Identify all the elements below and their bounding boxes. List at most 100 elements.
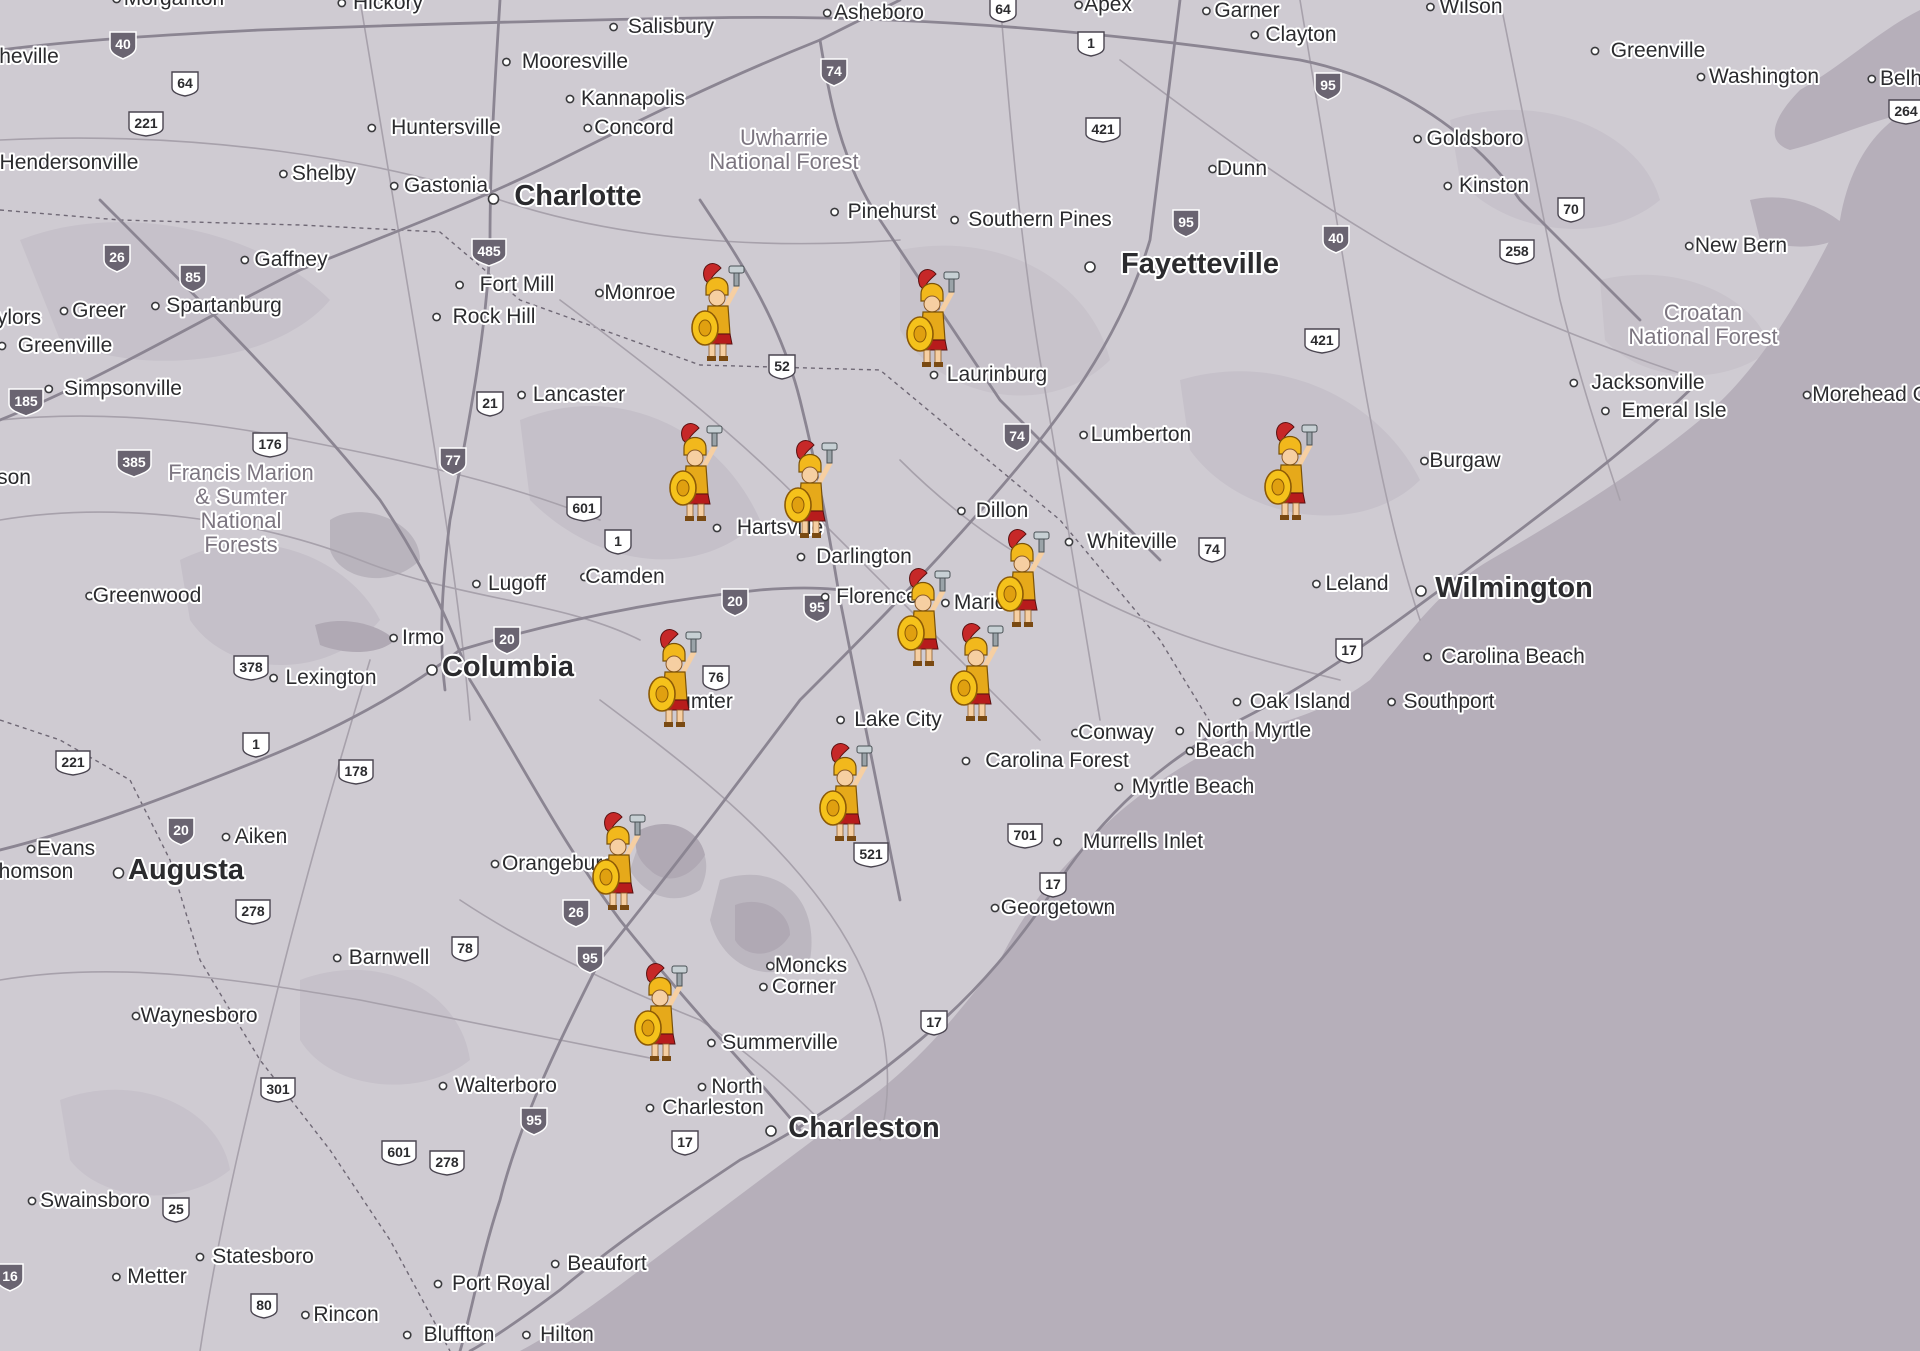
svg-text:80: 80 xyxy=(256,1297,272,1313)
svg-text:17: 17 xyxy=(926,1014,942,1030)
us-route-shield-52: 52 xyxy=(768,354,796,380)
city-swainsboro[interactable]: Swainsboro xyxy=(27,1187,152,1214)
city-heville[interactable]: heville xyxy=(0,43,61,70)
city-ylors[interactable]: ylors xyxy=(0,304,43,331)
city-laurinburg[interactable]: Laurinburg xyxy=(929,361,1049,388)
city-wilmington[interactable]: Wilmington xyxy=(1415,570,1595,606)
interstate-shield-74: 74 xyxy=(1003,423,1031,452)
map-canvas[interactable]: 40 64 221 64 1 74 95 421 70 264 485 26 85 95 40 258 52 42… xyxy=(0,0,1920,1351)
city-dot-icon xyxy=(300,1310,310,1320)
city-shelby[interactable]: Shelby xyxy=(278,160,359,187)
city-georgetown[interactable]: Georgetown xyxy=(990,894,1117,921)
city-dot-icon xyxy=(433,1279,443,1289)
city-label: Mooresville xyxy=(522,50,628,73)
us-route-shield-278: 278 xyxy=(235,899,271,925)
city-burgaw[interactable]: Burgaw xyxy=(1420,447,1503,474)
city-waynesboro[interactable]: Waynesboro xyxy=(131,1002,260,1029)
us-route-shield-80: 80 xyxy=(250,1293,278,1319)
city-carolina-forest[interactable]: Carolina Forest xyxy=(961,747,1131,774)
city-charleston[interactable]: Charleston xyxy=(645,1094,766,1121)
city-morehead-c[interactable]: Morehead C xyxy=(1802,381,1920,408)
city-kannapolis[interactable]: Kannapolis xyxy=(565,85,687,112)
city-washington[interactable]: Washington xyxy=(1696,63,1821,90)
city-gaffney[interactable]: Gaffney xyxy=(240,246,330,273)
interstate-shield-95: 95 xyxy=(520,1107,548,1136)
us-route-shield-76: 76 xyxy=(702,665,730,691)
interstate-shield-26: 26 xyxy=(562,899,590,928)
city-dot-icon xyxy=(517,390,526,400)
city-label: Florence xyxy=(836,585,918,608)
city-moncks[interactable]: Moncks xyxy=(766,952,849,979)
city-homson[interactable]: homson xyxy=(0,858,75,885)
interstate-shield-74: 74 xyxy=(820,58,848,87)
city-emeral-isle[interactable]: Emeral Isle xyxy=(1601,397,1729,424)
city-asheboro[interactable]: Asheboro xyxy=(822,0,926,26)
city-mooresville[interactable]: Mooresville xyxy=(501,48,630,75)
city-hendersonville[interactable]: Hendersonville xyxy=(0,149,140,176)
city-label: Walterboro xyxy=(455,1074,557,1097)
city-dunn[interactable]: Dunn xyxy=(1208,155,1269,182)
map-container[interactable]: 40 64 221 64 1 74 95 421 70 264 485 26 85 95 40 258 52 42… xyxy=(0,0,1920,1351)
city-dot-icon xyxy=(1185,746,1195,756)
us-route-shield-17: 17 xyxy=(671,1130,699,1156)
city-dot-icon xyxy=(595,288,604,298)
city-oak-island[interactable]: Oak Island xyxy=(1232,688,1352,715)
city-simpsonville[interactable]: Simpsonville xyxy=(44,375,184,402)
city-corner[interactable]: Corner xyxy=(759,973,838,1000)
city-label: Evans xyxy=(37,837,95,860)
city-dot-icon xyxy=(59,306,69,316)
city-augusta[interactable]: Augusta xyxy=(112,852,247,888)
city-southport[interactable]: Southport xyxy=(1387,688,1497,715)
park-label-francis-marion-sumter-national-forests-line-4: Forests xyxy=(204,532,277,557)
park-label-croatan-national-forest-line-1: Croatan xyxy=(1664,300,1742,325)
city-walterboro[interactable]: Walterboro xyxy=(438,1072,559,1099)
city-morganton[interactable]: Morganton xyxy=(112,0,226,12)
svg-text:95: 95 xyxy=(526,1112,542,1128)
city-charleston[interactable]: Charleston xyxy=(765,1110,942,1146)
city-garner[interactable]: Garner xyxy=(1202,0,1282,24)
city-label: Lumberton xyxy=(1091,423,1191,446)
city-lancaster[interactable]: Lancaster xyxy=(517,381,627,408)
city-dot-icon xyxy=(697,1082,707,1092)
city-lumberton[interactable]: Lumberton xyxy=(1079,421,1193,448)
city-carolina-beach[interactable]: Carolina Beach xyxy=(1423,643,1587,670)
city-spartanburg[interactable]: Spartanburg xyxy=(150,292,284,319)
interstate-shield-85: 85 xyxy=(179,264,207,293)
city-greenville[interactable]: Greenville xyxy=(0,332,114,359)
city-label: Goldsboro xyxy=(1427,127,1524,150)
city-lexington[interactable]: Lexington xyxy=(269,664,379,691)
city-camden[interactable]: Camden xyxy=(580,563,667,590)
city-evans[interactable]: Evans xyxy=(26,835,97,862)
city-rincon[interactable]: Rincon xyxy=(300,1301,381,1328)
city-apex[interactable]: Apex xyxy=(1074,0,1134,18)
city-port-royal[interactable]: Port Royal xyxy=(433,1270,552,1297)
city-conway[interactable]: Conway xyxy=(1071,719,1156,746)
city-label: son xyxy=(0,466,31,489)
city-greenwood[interactable]: Greenwood xyxy=(85,582,203,609)
city-dot-icon xyxy=(438,1081,448,1091)
city-gastonia[interactable]: Gastonia xyxy=(389,172,490,199)
city-dot-icon xyxy=(112,867,125,879)
city-statesboro[interactable]: Statesboro xyxy=(195,1243,316,1270)
city-label: Rincon xyxy=(313,1303,378,1326)
svg-text:95: 95 xyxy=(809,599,825,615)
city-myrtle-beach[interactable]: Myrtle Beach xyxy=(1114,773,1256,800)
svg-text:278: 278 xyxy=(435,1154,459,1170)
city-summerville[interactable]: Summerville xyxy=(707,1029,840,1056)
city-label: Emeral Isle xyxy=(1621,399,1726,422)
city-barnwell[interactable]: Barnwell xyxy=(332,944,431,971)
city-label: Leland xyxy=(1325,572,1388,595)
city-son[interactable]: son xyxy=(0,464,33,491)
city-monroe[interactable]: Monroe xyxy=(595,279,678,306)
city-dot-icon xyxy=(1208,164,1217,174)
svg-text:278: 278 xyxy=(241,903,265,919)
us-route-shield-258: 258 xyxy=(1499,239,1535,265)
city-florence[interactable]: Florence xyxy=(820,583,920,610)
city-new-bern[interactable]: New Bern xyxy=(1684,232,1789,259)
city-pinehurst[interactable]: Pinehurst xyxy=(830,198,939,225)
city-concord[interactable]: Concord xyxy=(583,114,676,141)
city-beach[interactable]: Beach xyxy=(1185,737,1257,764)
city-columbia[interactable]: Columbia xyxy=(426,649,577,685)
city-goldsboro[interactable]: Goldsboro xyxy=(1413,125,1525,152)
city-southern-pines[interactable]: Southern Pines xyxy=(950,206,1114,233)
